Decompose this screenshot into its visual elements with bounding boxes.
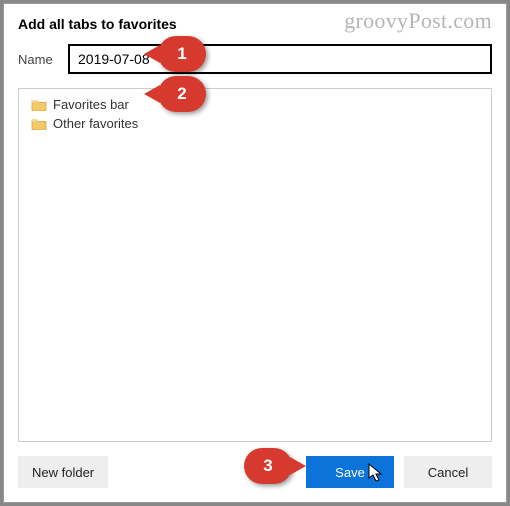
name-label: Name <box>18 52 58 67</box>
tree-item-label: Favorites bar <box>53 97 129 112</box>
dialog-title: Add all tabs to favorites <box>18 16 492 32</box>
tree-item-favorites-bar[interactable]: Favorites bar <box>27 95 483 114</box>
button-row: New folder Save Cancel <box>18 456 492 488</box>
save-button[interactable]: Save <box>306 456 394 488</box>
tree-item-other-favorites[interactable]: Other favorites <box>27 114 483 133</box>
new-folder-button[interactable]: New folder <box>18 456 108 488</box>
folder-icon <box>31 117 47 130</box>
tree-item-label: Other favorites <box>53 116 138 131</box>
name-input[interactable] <box>68 44 492 74</box>
folder-icon <box>31 98 47 111</box>
folder-tree[interactable]: Favorites bar Other favorites <box>18 88 492 442</box>
name-row: Name <box>18 44 492 74</box>
dialog-window: Add all tabs to favorites Name Favorites… <box>3 3 507 503</box>
cancel-button[interactable]: Cancel <box>404 456 492 488</box>
